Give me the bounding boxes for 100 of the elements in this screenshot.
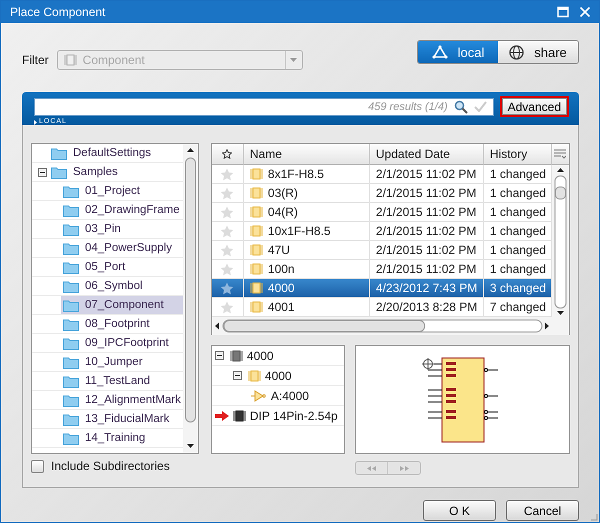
collapse-icon[interactable] bbox=[38, 168, 47, 176]
table-cell: 8x1F-H8.5 bbox=[268, 167, 324, 181]
table-cell: 03(R) bbox=[268, 186, 298, 200]
tree-item[interactable]: DIP 14Pin-2.54p bbox=[250, 408, 338, 422]
folder-item[interactable]: 12_AlignmentMark bbox=[61, 391, 183, 409]
repository-tab[interactable]: share bbox=[498, 41, 578, 63]
gate-icon bbox=[250, 390, 267, 402]
table-cell: 1 changed bbox=[490, 262, 546, 276]
fast-forward-icon bbox=[400, 466, 409, 470]
table-cell: 1 changed bbox=[490, 205, 546, 219]
folder-item[interactable]: 07_Component bbox=[61, 296, 183, 314]
folder-item[interactable]: 02_DrawingFrame bbox=[61, 201, 182, 219]
column-header[interactable]: History bbox=[484, 144, 552, 165]
table-cell: 2/1/2015 11:02 PM bbox=[376, 262, 476, 276]
filter-label: Filter bbox=[22, 53, 49, 67]
table-row[interactable]: 47U 2/1/2015 11:02 PM 1 changed bbox=[212, 241, 552, 260]
dialog-button[interactable]: O K bbox=[423, 500, 496, 521]
folder-item[interactable]: 08_Footprint bbox=[61, 315, 152, 333]
table-cell: 47U bbox=[268, 243, 290, 257]
folder-item[interactable]: 01_Project bbox=[61, 182, 142, 200]
folder-icon bbox=[63, 412, 79, 426]
folder-item[interactable]: 05_Port bbox=[61, 258, 128, 276]
collapse-icon[interactable] bbox=[214, 351, 224, 360]
chip-icon bbox=[232, 410, 246, 422]
table-cell: 2/1/2015 11:02 PM bbox=[376, 205, 476, 219]
star-icon[interactable] bbox=[220, 300, 234, 314]
chip-icon bbox=[250, 187, 263, 199]
table-cell: 4001 bbox=[268, 300, 295, 314]
folder-icon bbox=[63, 184, 79, 198]
folder-icon bbox=[63, 394, 79, 406]
tree-item[interactable]: 4000 bbox=[264, 368, 292, 382]
folder-icon bbox=[63, 222, 79, 236]
star-icon[interactable] bbox=[220, 186, 234, 200]
dialog-button[interactable]: Cancel bbox=[506, 500, 579, 521]
star-icon[interactable] bbox=[220, 262, 234, 276]
folder-item[interactable]: 10_Jumper bbox=[61, 353, 145, 371]
table-cell: 2/1/2015 11:02 PM bbox=[376, 186, 476, 200]
chip-icon bbox=[230, 350, 243, 362]
folder-item[interactable]: 09_IPCFootprint bbox=[61, 334, 171, 352]
folder-icon bbox=[51, 166, 67, 178]
column-header[interactable]: Updated Date bbox=[370, 144, 484, 165]
table-cell: 04(R) bbox=[268, 205, 298, 219]
table-row[interactable]: 8x1F-H8.5 2/1/2015 11:02 PM 1 changed bbox=[212, 165, 552, 184]
star-icon[interactable] bbox=[220, 206, 234, 218]
table-cell: 1 changed bbox=[490, 167, 546, 181]
window-title: Place Component bbox=[10, 5, 106, 19]
chip-icon bbox=[248, 370, 261, 382]
table-row[interactable]: 4000 4/23/2012 7:43 PM 3 changed bbox=[212, 279, 552, 298]
chip-icon bbox=[250, 282, 263, 294]
dropdown-arrow-icon bbox=[290, 58, 298, 62]
folder-item[interactable]: 06_Symbol bbox=[61, 277, 145, 295]
scrollbar[interactable] bbox=[182, 144, 198, 453]
repository-tab[interactable]: local bbox=[418, 41, 498, 63]
table-cell: 3 changed bbox=[490, 281, 546, 295]
table-row[interactable]: 10x1F-H8.5 2/1/2015 11:02 PM 1 changed bbox=[212, 222, 552, 241]
results-count: 459 results (1/4) bbox=[368, 100, 448, 112]
table-row[interactable]: 04(R) 2/1/2015 11:02 PM 1 changed bbox=[212, 203, 552, 222]
check-icon[interactable] bbox=[474, 101, 487, 112]
scrollbar[interactable] bbox=[212, 317, 569, 335]
column-chooser-icon[interactable] bbox=[554, 149, 566, 159]
checkbox[interactable] bbox=[31, 460, 44, 472]
resize-grip-icon[interactable] bbox=[590, 513, 598, 521]
chip-icon bbox=[250, 263, 263, 275]
folder-item[interactable]: 14_Training bbox=[61, 429, 148, 447]
table-cell: 100n bbox=[268, 262, 295, 276]
rewind-icon bbox=[367, 466, 376, 470]
table-cell: 4000 bbox=[268, 281, 295, 295]
checkbox-label: Include Subdirectories bbox=[51, 459, 170, 473]
search-icon[interactable] bbox=[454, 100, 468, 114]
star-icon[interactable] bbox=[220, 244, 234, 256]
folder-icon bbox=[51, 146, 67, 160]
collapse-icon[interactable] bbox=[232, 371, 242, 380]
star-icon[interactable] bbox=[220, 168, 234, 180]
folder-item[interactable]: 11_TestLand bbox=[61, 372, 152, 390]
star-icon[interactable] bbox=[220, 224, 234, 238]
folder-item[interactable]: 03_Pin bbox=[61, 220, 123, 238]
maximize-icon[interactable] bbox=[557, 6, 569, 18]
advanced-button[interactable]: Advanced bbox=[500, 96, 569, 117]
tree-item[interactable]: A:4000 bbox=[270, 388, 309, 402]
chip-icon bbox=[250, 168, 263, 180]
folder-item[interactable]: 13_FiducialMark bbox=[61, 410, 172, 428]
folder-icon bbox=[63, 318, 79, 330]
folder-item[interactable]: 04_PowerSupply bbox=[61, 239, 174, 257]
star-icon[interactable] bbox=[222, 149, 232, 159]
globe-icon bbox=[509, 44, 524, 60]
table-cell: 4/23/2012 7:43 PM bbox=[376, 281, 478, 295]
caret-icon bbox=[34, 120, 37, 124]
table-row[interactable]: 03(R) 2/1/2015 11:02 PM 1 changed bbox=[212, 184, 552, 203]
folder-item[interactable]: Samples bbox=[49, 163, 120, 181]
folder-icon bbox=[63, 204, 79, 216]
close-icon[interactable] bbox=[579, 6, 591, 18]
column-header[interactable]: Name bbox=[244, 144, 370, 165]
chip-icon bbox=[64, 54, 77, 66]
folder-item[interactable]: DefaultSettings bbox=[49, 144, 153, 162]
folder-icon bbox=[63, 242, 79, 254]
star-icon[interactable] bbox=[220, 282, 234, 294]
table-cell: 7 changed bbox=[490, 300, 546, 314]
scrollbar[interactable] bbox=[552, 165, 569, 317]
tree-item[interactable]: 4000 bbox=[246, 348, 274, 362]
triangle-icon bbox=[432, 45, 448, 59]
